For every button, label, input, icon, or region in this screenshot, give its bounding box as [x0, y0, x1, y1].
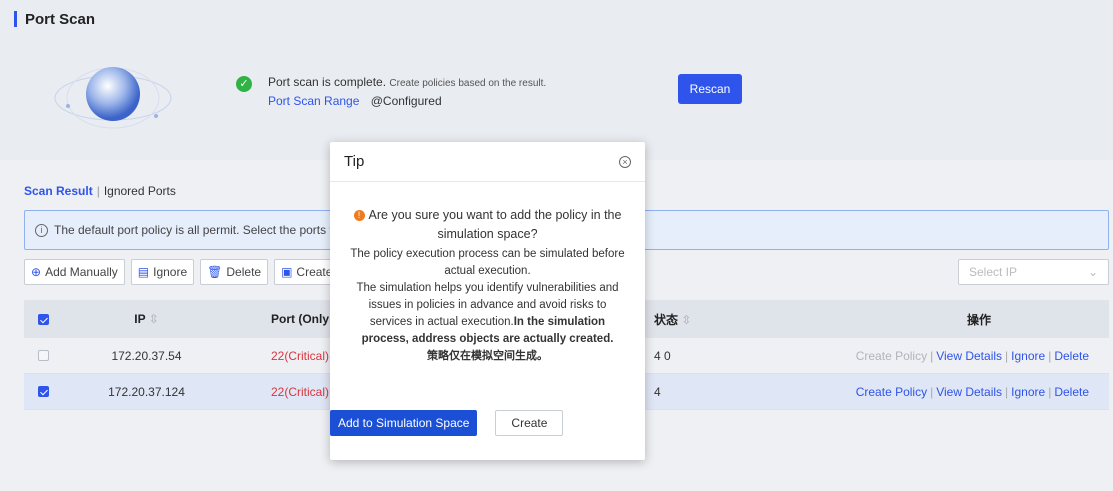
- dialog-title: Tip: [344, 153, 365, 170]
- dialog-header: Tip ×: [330, 142, 645, 182]
- dialog-body: ! Are you sure you want to add the policy…: [330, 182, 645, 365]
- create-button[interactable]: Create: [495, 410, 564, 436]
- add-to-simulation-space-button[interactable]: Add to Simulation Space: [330, 410, 478, 436]
- dialog-line-4: 策略仅在模拟空间生成。: [427, 350, 548, 362]
- tip-dialog: Tip × ! Are you sure you want to add the …: [330, 142, 645, 460]
- warning-icon: !: [353, 210, 365, 221]
- port-scan-page: Port Scan ✓ Port scan is complete. Creat…: [0, 0, 1113, 491]
- close-icon[interactable]: ×: [619, 155, 631, 168]
- dialog-footer: Add to Simulation Space Create: [330, 410, 645, 436]
- dialog-question: ! Are you sure you want to add the policy…: [348, 206, 627, 244]
- dialog-line-2: The simulation helps you identify vulner…: [356, 282, 619, 345]
- dialog-line-1: The policy execution process can be simu…: [350, 248, 625, 277]
